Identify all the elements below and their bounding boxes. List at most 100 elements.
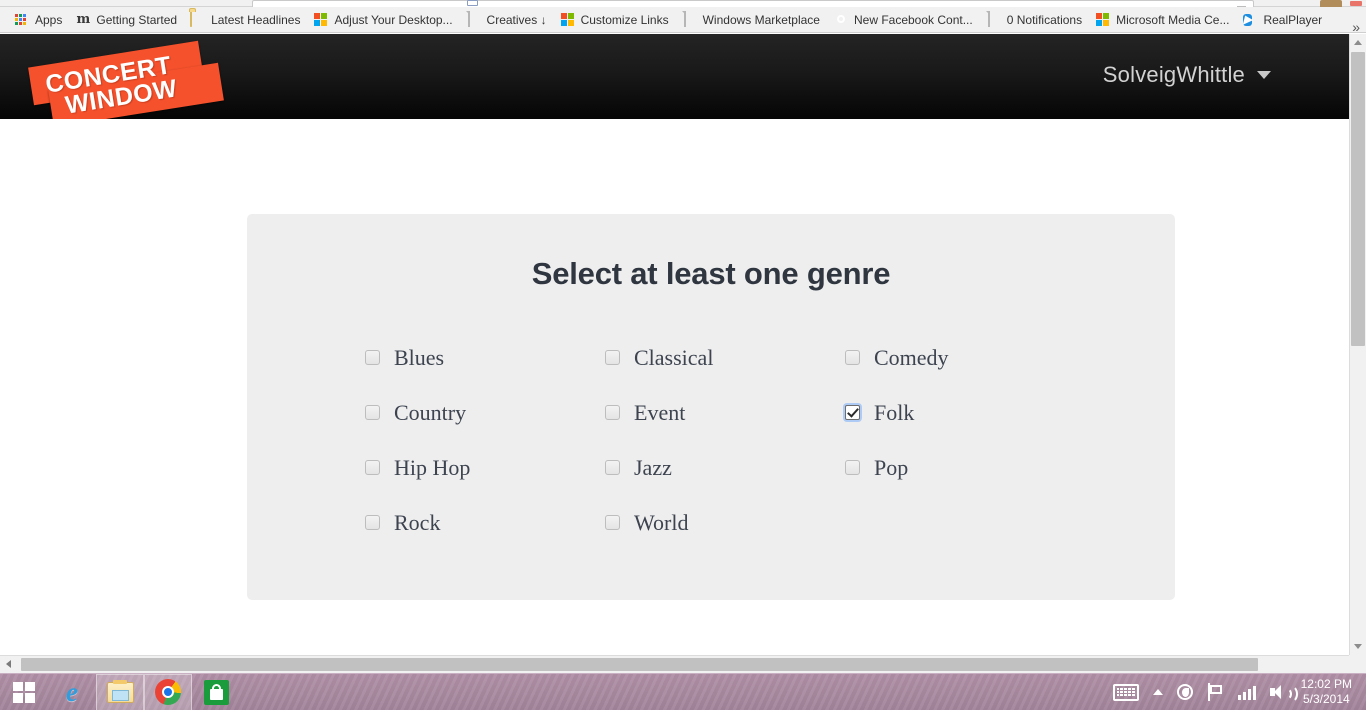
realplayer-icon: ▶ xyxy=(1243,13,1252,26)
scroll-left-button[interactable] xyxy=(0,656,17,673)
show-hidden-icons-button[interactable] xyxy=(1146,674,1170,710)
bookmarks-overflow-button[interactable]: » xyxy=(1352,19,1360,32)
genre-option-label: Pop xyxy=(874,454,909,480)
genre-checkbox-grid: Blues Classical Comedy Country Event Folk Hip … xyxy=(247,330,1175,550)
bookmark-label: Customize Links xyxy=(580,12,669,27)
bookmark-creatives[interactable]: Creatives ↓ xyxy=(460,10,553,30)
horizontal-scrollbar[interactable] xyxy=(0,655,1366,673)
genre-option-label: Hip Hop xyxy=(394,454,471,480)
bookmark-getting-started[interactable]: m Getting Started xyxy=(69,10,183,30)
genre-option-rock[interactable]: Rock xyxy=(365,495,605,550)
bookmark-label: New Facebook Cont... xyxy=(853,12,973,27)
genre-option-country[interactable]: Country xyxy=(365,385,605,440)
windows-store-icon xyxy=(203,679,229,705)
arrow-up-icon xyxy=(1354,40,1362,45)
bookmark-adjust-your-desktop[interactable]: Adjust Your Desktop... xyxy=(307,10,458,30)
start-button[interactable] xyxy=(0,674,48,710)
browser-toolbar-sliver xyxy=(0,0,1366,8)
scroll-up-button[interactable] xyxy=(1350,34,1366,51)
checkbox-unchecked-icon[interactable] xyxy=(365,405,380,420)
scrollbar-corner xyxy=(1349,655,1366,673)
keyboard-tray-icon[interactable] xyxy=(1106,674,1146,710)
checkbox-unchecked-icon[interactable] xyxy=(605,405,620,420)
file-explorer-icon xyxy=(106,679,134,703)
genre-option-folk[interactable]: Folk xyxy=(845,385,1085,440)
bookmark-customize-links[interactable]: Customize Links xyxy=(554,10,675,30)
checkbox-unchecked-icon[interactable] xyxy=(365,460,380,475)
internet-explorer-icon: e xyxy=(66,676,78,707)
bookmark-windows-marketplace[interactable]: Windows Marketplace xyxy=(676,10,826,30)
explorer-button[interactable] xyxy=(96,673,144,710)
genre-option-label: Jazz xyxy=(634,454,672,480)
dropbox-icon xyxy=(1176,684,1193,700)
taskbar-clock[interactable]: 12:02 PM 5/3/2014 xyxy=(1297,677,1360,707)
site-header: CONCERT WINDOW SolveigWhittle xyxy=(0,34,1349,128)
genre-option-event[interactable]: Event xyxy=(605,385,845,440)
page-title: Select at least one genre xyxy=(531,256,891,291)
genre-option-label: Classical xyxy=(634,344,714,370)
monogram-m-icon: m xyxy=(76,11,91,27)
network-tray-icon[interactable] xyxy=(1231,674,1263,710)
document-icon xyxy=(466,10,482,28)
genre-option-blues[interactable]: Blues xyxy=(365,330,605,385)
screen: Apps m Getting Started Latest Headlines … xyxy=(0,0,1366,710)
store-button[interactable] xyxy=(192,674,240,710)
bookmark-latest-headlines[interactable]: Latest Headlines xyxy=(184,10,306,30)
bookmark-label: Apps xyxy=(35,12,63,27)
page-viewport: CONCERT WINDOW SolveigWhittle Select at … xyxy=(0,34,1349,655)
genre-option-comedy[interactable]: Comedy xyxy=(845,330,1085,385)
bookmark-label: Microsoft Media Ce... xyxy=(1116,12,1230,27)
chrome-button[interactable] xyxy=(144,673,192,710)
ie-button[interactable]: e xyxy=(48,674,96,710)
address-bar-inline-icon xyxy=(467,0,478,6)
genre-selection-panel: Select at least one genre Blues Classical… xyxy=(247,214,1175,600)
microsoft-squares-icon xyxy=(313,12,329,28)
user-menu[interactable]: SolveigWhittle xyxy=(1103,62,1271,88)
chevron-down-icon xyxy=(1257,71,1271,79)
microsoft-squares-icon xyxy=(1095,12,1111,28)
action-center-button[interactable] xyxy=(1200,674,1231,710)
bookmark-new-facebook-contacts[interactable]: New Facebook Cont... xyxy=(827,10,979,30)
clock-time: 12:02 PM xyxy=(1300,677,1352,691)
checkbox-unchecked-icon[interactable] xyxy=(845,460,860,475)
genre-option-world[interactable]: World xyxy=(605,495,845,550)
bookmark-microsoft-media-center[interactable]: Microsoft Media Ce... xyxy=(1089,10,1235,30)
bookmark-label: Windows Marketplace xyxy=(702,12,820,27)
flag-icon xyxy=(1207,683,1224,701)
user-menu-label: SolveigWhittle xyxy=(1102,62,1245,87)
bookmark-realplayer[interactable]: ▶ RealPlayer xyxy=(1236,10,1328,30)
checkbox-unchecked-icon[interactable] xyxy=(365,350,380,365)
system-tray: 12:02 PM 5/3/2014 xyxy=(1106,674,1366,710)
genre-option-jazz[interactable]: Jazz xyxy=(605,440,845,495)
volume-tray-icon[interactable] xyxy=(1263,674,1298,710)
genre-option-label: Comedy xyxy=(874,344,949,370)
bookmark-label: Creatives ↓ xyxy=(486,12,547,27)
keyboard-icon xyxy=(1112,683,1139,701)
genre-option-hip-hop[interactable]: Hip Hop xyxy=(365,440,605,495)
scroll-down-button[interactable] xyxy=(1350,638,1366,655)
checkbox-unchecked-icon[interactable] xyxy=(605,515,620,530)
chrome-icon xyxy=(155,679,181,705)
bookmark-notifications[interactable]: 0 Notifications xyxy=(980,10,1088,30)
checkbox-unchecked-icon[interactable] xyxy=(365,515,380,530)
checkbox-checked-icon[interactable] xyxy=(845,405,860,420)
bookmark-label: RealPlayer xyxy=(1263,12,1323,27)
genre-option-pop[interactable]: Pop xyxy=(845,440,1085,495)
vertical-scrollbar[interactable] xyxy=(1349,34,1366,655)
genre-option-label: Blues xyxy=(394,344,445,370)
checkbox-unchecked-icon[interactable] xyxy=(605,350,620,365)
vertical-scrollbar-thumb[interactable] xyxy=(1351,52,1365,346)
profile-avatar-icon[interactable] xyxy=(1320,0,1342,7)
dropbox-tray-icon[interactable] xyxy=(1170,674,1200,710)
window-close-icon[interactable] xyxy=(1350,1,1362,6)
genre-option-label: Country xyxy=(394,399,467,425)
address-bar[interactable] xyxy=(252,0,1254,7)
bookmark-label: Latest Headlines xyxy=(211,12,301,27)
checkbox-unchecked-icon[interactable] xyxy=(845,350,860,365)
chevron-up-icon xyxy=(1152,689,1163,695)
checkbox-unchecked-icon[interactable] xyxy=(605,460,620,475)
concert-window-logo[interactable]: CONCERT WINDOW xyxy=(28,40,224,128)
genre-option-classical[interactable]: Classical xyxy=(605,330,845,385)
horizontal-scrollbar-thumb[interactable] xyxy=(21,658,1258,671)
bookmark-apps[interactable]: Apps xyxy=(8,10,68,30)
